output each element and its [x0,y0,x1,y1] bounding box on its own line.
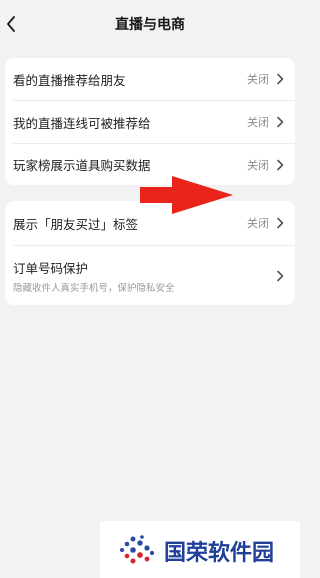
watermark: 国荣软件园 [100,521,300,578]
red-arrow-annotation [140,176,233,214]
globe-logo-icon [120,535,155,564]
watermark-text: 国荣软件园 [164,541,275,566]
